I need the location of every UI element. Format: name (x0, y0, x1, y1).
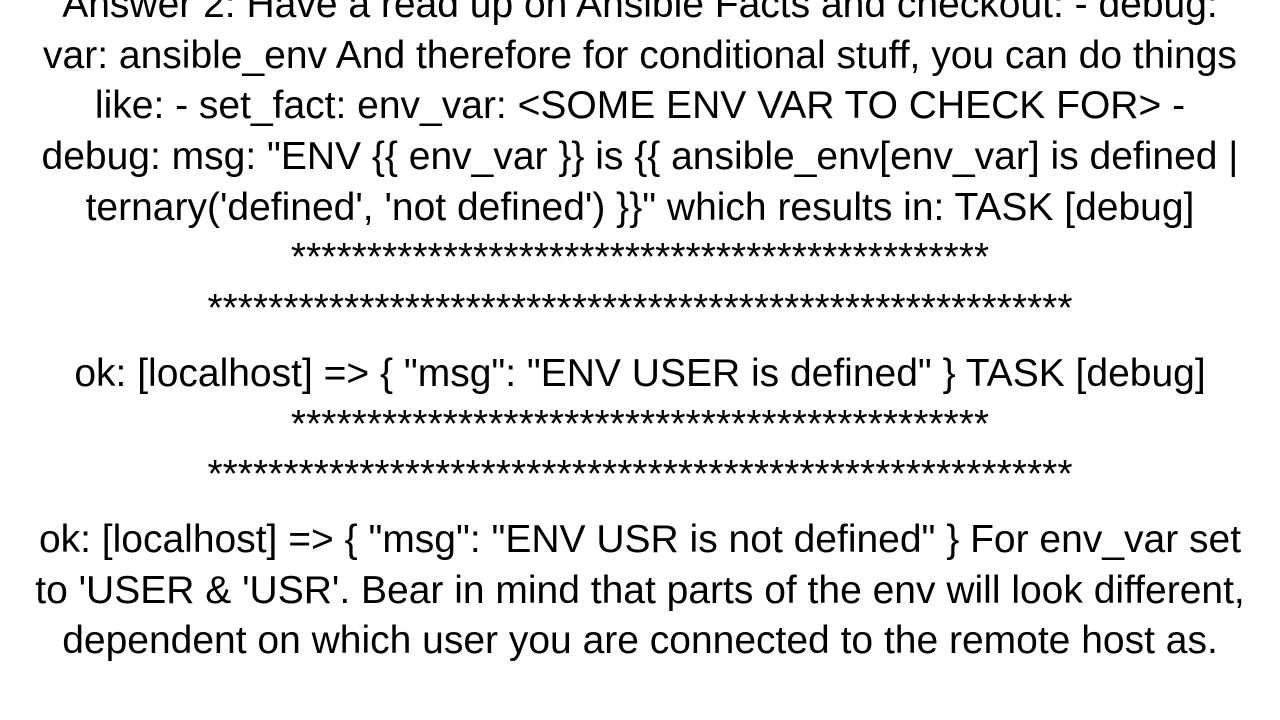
paragraph-2: ok: [localhost] => { "msg": "ENV USER is… (30, 349, 1250, 501)
paragraph-3: ok: [localhost] => { "msg": "ENV USR is … (30, 515, 1250, 667)
document-content: Answer 2: Have a read up on Ansible Fact… (0, 0, 1280, 667)
paragraph-1: Answer 2: Have a read up on Ansible Fact… (30, 0, 1250, 335)
